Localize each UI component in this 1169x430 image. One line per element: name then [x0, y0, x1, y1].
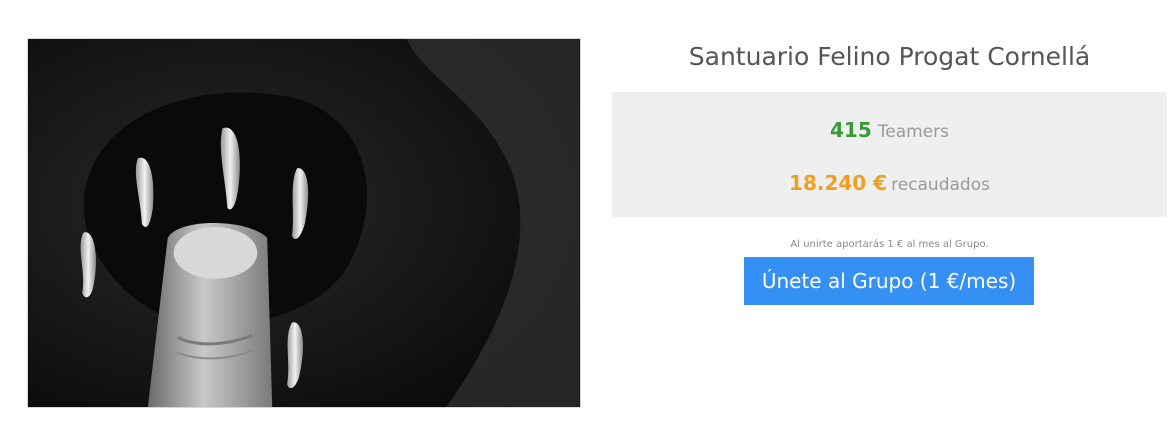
teamers-label: Teamers: [877, 122, 949, 142]
cat-paw-image: [28, 39, 580, 407]
raised-amount: 18.240 €: [789, 171, 888, 195]
teamers-stat: 415 Teamers: [612, 118, 1167, 142]
raised-label: recaudados: [891, 175, 990, 195]
join-note: Al unirte aportarás 1 € al mes al Grupo.: [790, 239, 989, 250]
raised-stat: 18.240 € recaudados: [612, 171, 1167, 195]
join-group-button[interactable]: Únete al Grupo (1 €/mes): [744, 257, 1034, 305]
teamers-count: 415: [830, 118, 872, 142]
group-photo: [27, 38, 581, 408]
stats-panel: 415 Teamers 18.240 € recaudados: [612, 92, 1167, 217]
group-title: Santuario Felino Progat Cornellá: [688, 42, 1091, 71]
